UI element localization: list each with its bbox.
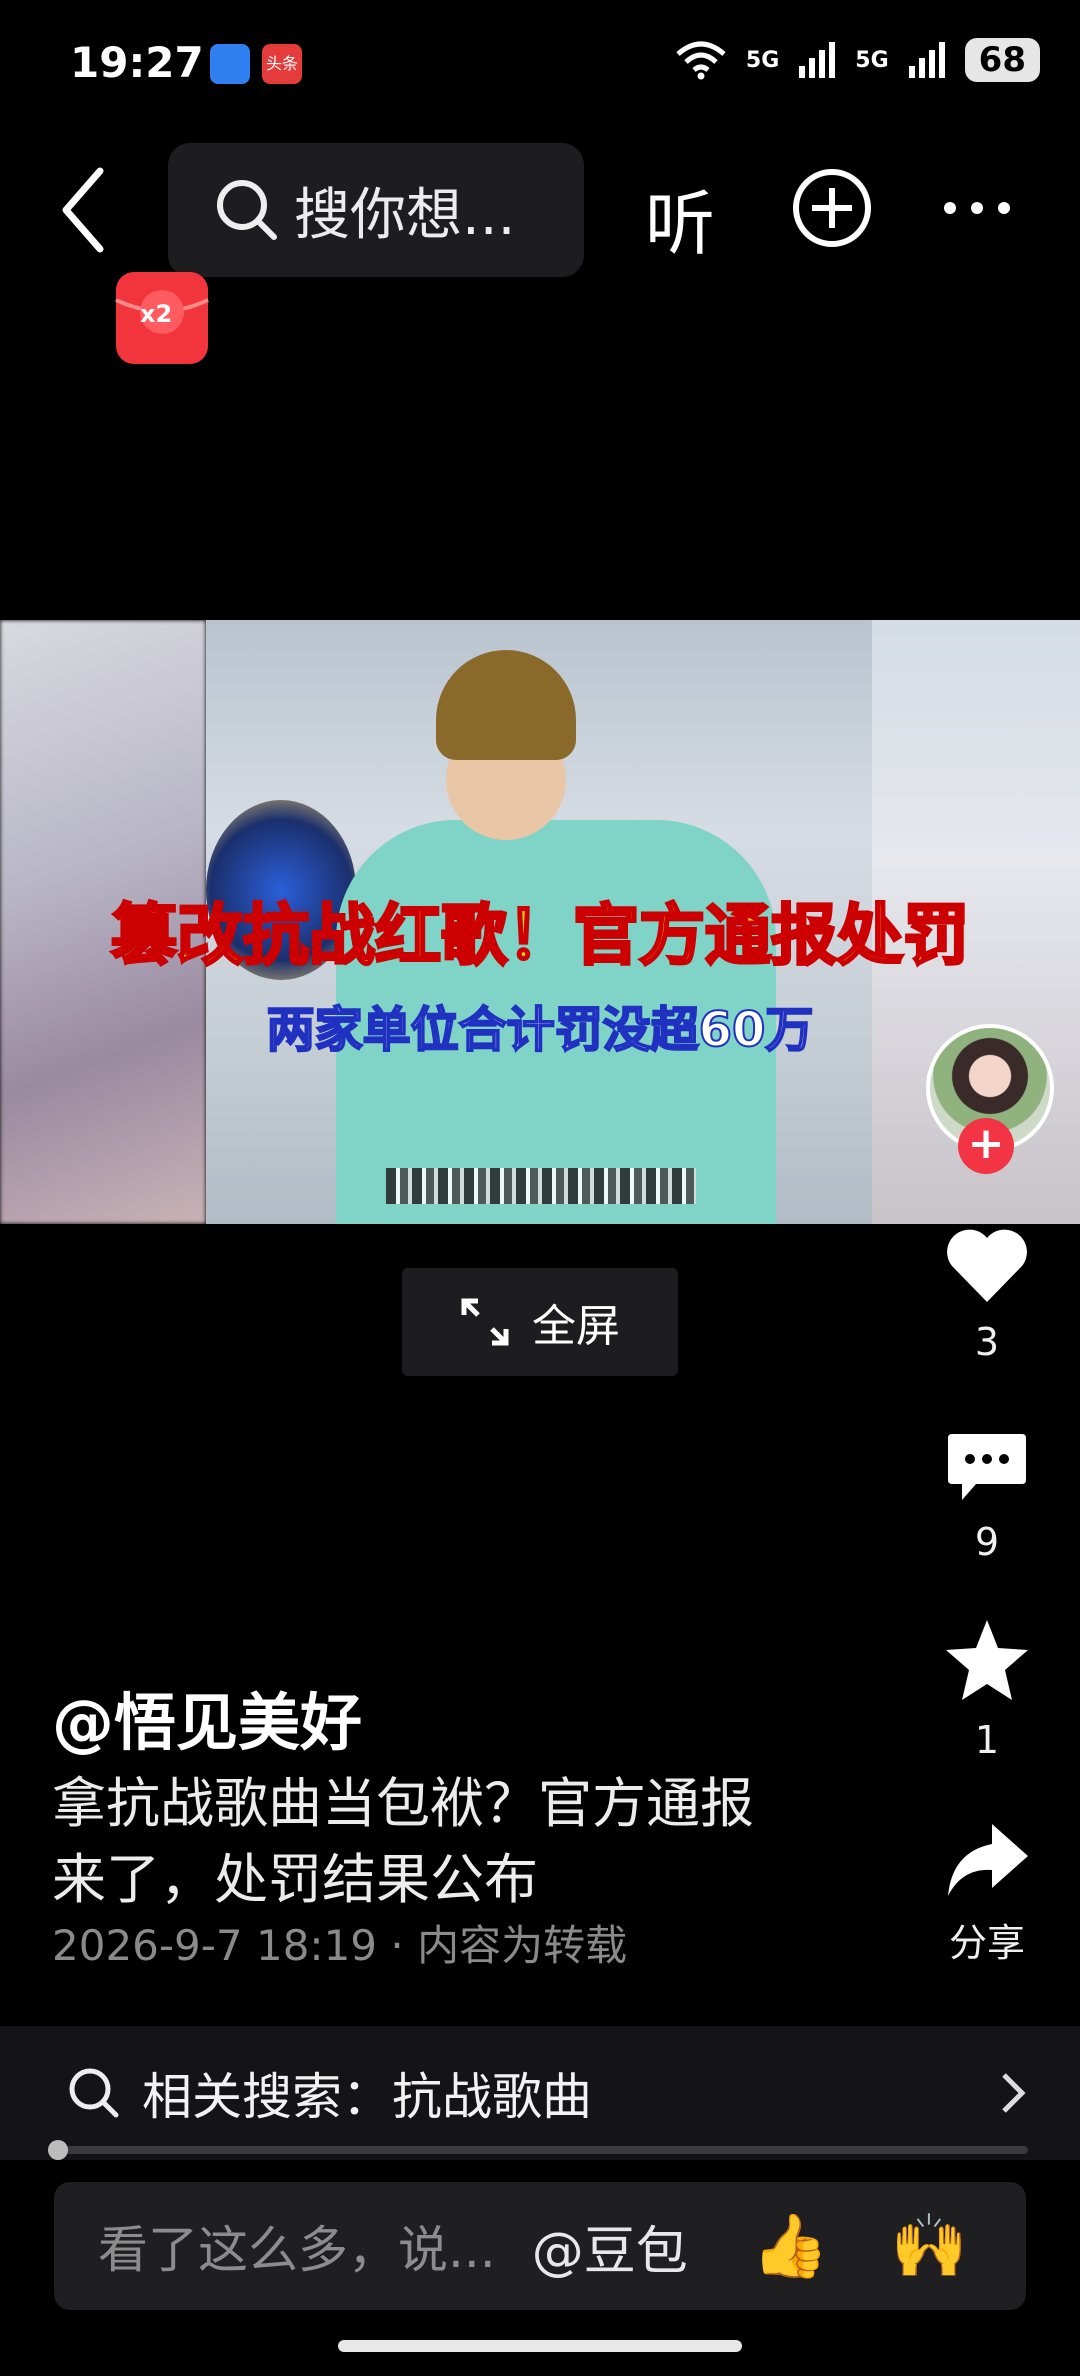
comment-count: 9 <box>974 1520 1000 1564</box>
back-icon[interactable] <box>58 165 108 255</box>
fullscreen-button[interactable]: 全屏 <box>402 1268 678 1376</box>
more-icon[interactable] <box>942 198 1012 218</box>
search-box[interactable]: 搜你想... <box>168 143 584 277</box>
plus-circle-icon[interactable] <box>792 168 872 248</box>
like-count: 3 <box>974 1320 1000 1364</box>
comment-icon[interactable] <box>942 1424 1032 1514</box>
blurred-subtitle <box>386 1168 696 1204</box>
listen-button[interactable]: 听 <box>645 168 715 269</box>
signal-1-label: 5G <box>745 47 780 73</box>
search-icon <box>217 180 277 240</box>
share-label: 分享 <box>948 1921 1025 1965</box>
search-icon <box>69 2068 119 2118</box>
fullscreen-label: 全屏 <box>532 1301 620 1352</box>
status-indicators: 5G 5G 68 <box>674 38 1040 82</box>
status-time: 19:27 <box>70 38 204 87</box>
related-search-label: 相关搜索：抗战歌曲 <box>142 2068 592 2126</box>
search-placeholder: 搜你想... <box>294 182 516 248</box>
video-progress-track[interactable] <box>56 2146 1028 2154</box>
signal-2-label: 5G <box>855 47 889 73</box>
chevron-right-icon <box>1002 2073 1026 2113</box>
share-icon[interactable] <box>942 1816 1032 1906</box>
mention-doubao[interactable]: @豆包 <box>532 2209 688 2284</box>
battery-level: 68 <box>964 38 1040 82</box>
signal-icon <box>908 42 945 78</box>
description-line-1: 拿抗战歌曲当包袱？官方通报 <box>52 1772 754 1835</box>
expand-icon <box>461 1298 509 1346</box>
video-headline: 篡改抗战红歌！官方通报处罚 <box>110 896 971 976</box>
performer-hat <box>436 650 576 760</box>
post-description: 拿抗战歌曲当包袱？官方通报 来了，处罚结果公布 <box>52 1766 852 1918</box>
wifi-icon <box>676 41 726 80</box>
related-search-bar[interactable]: 相关搜索：抗战歌曲 <box>0 2026 1080 2160</box>
description-line-2: 来了，处罚结果公布 <box>52 1848 538 1911</box>
signal-icon <box>799 42 836 78</box>
video-subheadline: 两家单位合计罚没超60万 <box>266 1001 815 1059</box>
video-player[interactable]: 篡改抗战红歌！官方通报处罚 两家单位合计罚没超60万 <box>0 620 1080 1224</box>
toutiao-app-icon: 头条 <box>262 44 302 84</box>
star-icon[interactable] <box>942 1616 1032 1706</box>
video-progress-handle[interactable] <box>48 2140 68 2160</box>
favorite-count: 1 <box>974 1718 1000 1762</box>
comment-placeholder: 看了这么多，说... <box>98 2221 496 2279</box>
post-meta: 2026-9-7 18:19 · 内容为转载 <box>52 1921 628 1970</box>
thumbs-up-emoji-button[interactable]: 👍 <box>752 2209 829 2283</box>
comment-input[interactable]: 看了这么多，说... @豆包 👍 🙌 <box>54 2182 1026 2310</box>
author-name[interactable]: @悟见美好 <box>52 1672 362 1762</box>
red-packet-label: x2 <box>140 300 173 328</box>
follow-button[interactable]: + <box>958 1118 1014 1174</box>
red-packet-badge[interactable]: x2 <box>110 266 214 370</box>
heart-icon[interactable] <box>942 1222 1032 1312</box>
home-indicator[interactable] <box>338 2340 742 2352</box>
raised-hands-emoji-button[interactable]: 🙌 <box>891 2209 968 2283</box>
app-notification-icon <box>210 44 250 84</box>
